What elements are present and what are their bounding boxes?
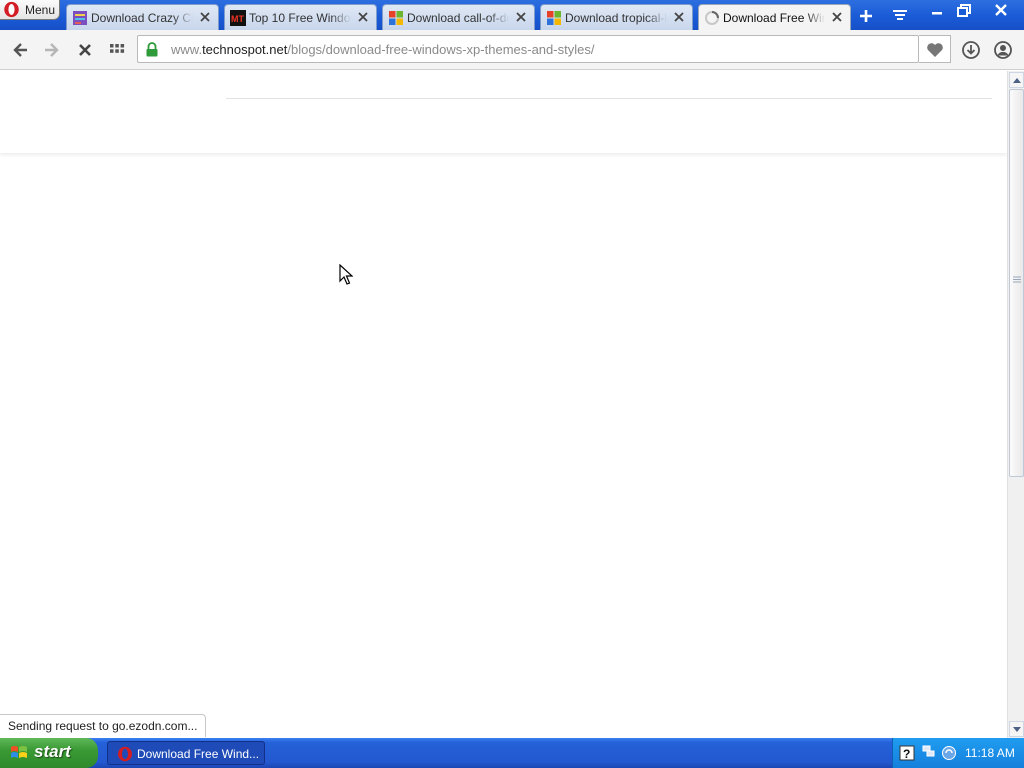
start-label: start [34, 742, 71, 761]
restore-icon[interactable] [951, 1, 977, 21]
sync-icon[interactable] [941, 745, 957, 761]
header-divider [226, 98, 992, 99]
taskbar-item-label: Download Free Wind... [137, 747, 260, 761]
tab-title: Top 10 Free Windows [249, 11, 351, 25]
start-button[interactable]: start [0, 738, 98, 768]
scroll-up-arrow[interactable] [1009, 72, 1024, 88]
tab-title: Download Crazy Chicken [91, 11, 193, 25]
lock-icon [146, 42, 158, 57]
close-tab-icon[interactable] [514, 10, 528, 24]
heart-icon [927, 43, 943, 57]
vertical-scrollbar[interactable] [1007, 71, 1024, 738]
close-tab-icon[interactable] [672, 10, 686, 24]
tab-title: Download Free Windows [723, 11, 825, 25]
close-tab-icon[interactable] [198, 10, 212, 24]
close-tab-icon[interactable] [356, 10, 370, 24]
grip-icon [1013, 276, 1021, 283]
tab-title: Download call-of-duty [407, 11, 509, 25]
system-tray: ? 11:18 AM [892, 738, 1024, 768]
download-icon[interactable] [961, 40, 981, 60]
navigation-bar: www.technospot.net/blogs/download-free-w… [0, 30, 1024, 70]
windows-taskbar: start Download Free Wind... ? 11:18 AM [0, 738, 1024, 768]
stop-loading-icon[interactable] [75, 40, 95, 60]
tab-favicon-icon [73, 11, 87, 25]
url-host: technospot.net [202, 42, 288, 57]
loading-spinner-icon [705, 11, 719, 25]
tab-top-10-free-windows[interactable]: MT Top 10 Free Windows [224, 4, 377, 30]
account-icon[interactable] [993, 40, 1013, 60]
taskbar-item-opera[interactable]: Download Free Wind... [107, 741, 265, 765]
tab-tropical-beach[interactable]: Download tropical-beach [540, 4, 693, 30]
scroll-down-icon [1013, 727, 1021, 732]
url-prefix: www. [171, 42, 203, 57]
browser-titlebar: Menu Download Crazy Chicken MT Top 10 Fr… [0, 0, 1024, 31]
taskbar-clock: 11:18 AM [965, 746, 1015, 760]
windows-flag-icon [11, 746, 27, 758]
tab-crazy-chicken[interactable]: Download Crazy Chicken [66, 4, 219, 30]
scroll-up-icon [1013, 78, 1021, 83]
tab-call-of-duty[interactable]: Download call-of-duty [382, 4, 535, 30]
opera-logo-icon [4, 1, 19, 18]
tab-title: Download tropical-beach [565, 11, 667, 25]
svg-text:?: ? [903, 747, 910, 761]
minimize-icon[interactable] [924, 1, 950, 21]
network-icon[interactable] [921, 745, 937, 761]
page-header [0, 71, 1007, 153]
address-url[interactable]: www.technospot.net/blogs/download-free-w… [171, 42, 594, 57]
speed-dial-grid-icon[interactable] [107, 40, 127, 60]
scrollbar-thumb[interactable] [1009, 89, 1024, 477]
new-tab-icon[interactable] [856, 6, 876, 26]
opera-menu-button[interactable]: Menu [0, 0, 60, 20]
scroll-down-arrow[interactable] [1009, 721, 1024, 737]
back-arrow-icon[interactable] [11, 40, 31, 60]
tab-menu-icon[interactable] [890, 6, 910, 26]
mouse-cursor-icon [339, 264, 353, 285]
windows-logo-icon [389, 11, 403, 25]
status-bar-text: Sending request to go.ezodn.com... [0, 714, 207, 737]
opera-logo-icon [118, 746, 132, 762]
tab-favicon-icon: MT [230, 10, 246, 26]
svg-text:MT: MT [231, 14, 244, 24]
forward-arrow-icon[interactable] [41, 40, 61, 60]
close-tab-icon[interactable] [830, 10, 844, 24]
windows-logo-icon [547, 11, 561, 25]
help-icon[interactable]: ? [899, 745, 915, 761]
web-page-viewport[interactable] [0, 71, 1007, 737]
address-bar[interactable]: www.technospot.net/blogs/download-free-w… [137, 35, 919, 63]
bookmark-button[interactable] [919, 35, 951, 63]
url-path: /blogs/download-free-windows-xp-themes-a… [287, 42, 595, 57]
close-window-icon[interactable] [988, 1, 1014, 21]
menu-label: Menu [25, 3, 56, 17]
tab-download-free-windows[interactable]: Download Free Windows [698, 4, 851, 31]
